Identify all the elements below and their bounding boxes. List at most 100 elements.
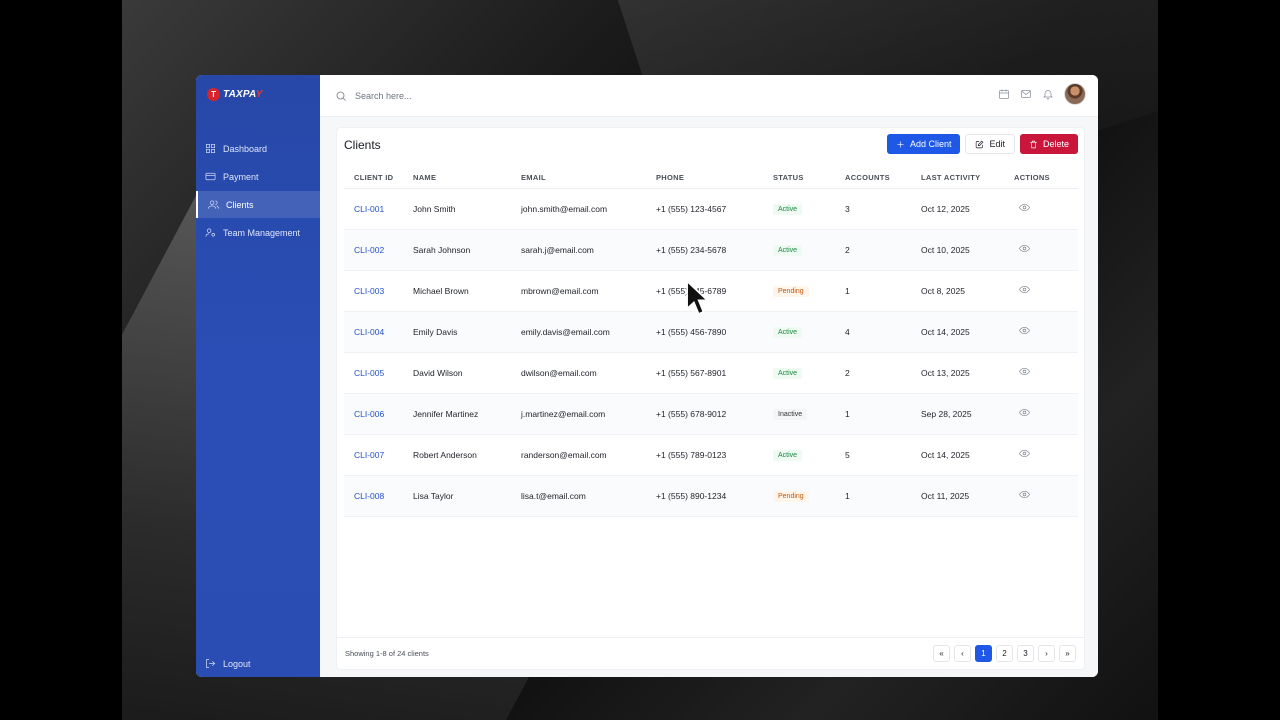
client-id-link[interactable]: CLI-003 — [344, 270, 413, 312]
client-id-link[interactable]: CLI-001 — [344, 188, 413, 230]
column-header-name[interactable]: NAME — [413, 168, 521, 189]
table-header-row: CLIENT ID NAME EMAIL PHONE STATUS ACCOUN… — [344, 168, 1078, 189]
client-phone: +1 (555) 567-8901 — [656, 352, 773, 394]
search-icon — [336, 91, 346, 101]
view-eye-icon[interactable] — [1019, 489, 1030, 500]
delete-button[interactable]: Delete — [1019, 134, 1078, 154]
view-eye-icon[interactable] — [1019, 284, 1030, 295]
client-id-link[interactable]: CLI-007 — [344, 434, 413, 476]
accounts-count: 3 — [845, 188, 921, 230]
client-email: dwilson@email.com — [521, 352, 656, 394]
client-phone: +1 (555) 123-4567 — [656, 188, 773, 230]
view-eye-icon[interactable] — [1019, 407, 1030, 418]
last-activity: Oct 10, 2025 — [921, 229, 1014, 271]
logout-label: Logout — [223, 658, 251, 669]
status-cell: Active — [773, 352, 845, 394]
accounts-count: 2 — [845, 229, 921, 271]
column-header-accounts[interactable]: ACCOUNTS — [845, 168, 921, 189]
view-eye-icon[interactable] — [1019, 325, 1030, 336]
mail-icon[interactable] — [1020, 88, 1032, 100]
view-eye-icon[interactable] — [1019, 202, 1030, 213]
sidebar-item-label: Clients — [226, 199, 254, 210]
client-name: Robert Anderson — [413, 434, 521, 476]
page-2-button[interactable]: 2 — [996, 645, 1013, 662]
sidebar: T TAXPAY Dashboard Payment Clients Team … — [196, 75, 320, 677]
edit-label: Edit — [989, 139, 1005, 149]
client-id-link[interactable]: CLI-002 — [344, 229, 413, 271]
client-id-link[interactable]: CLI-005 — [344, 352, 413, 394]
sidebar-item-clients[interactable]: Clients — [196, 191, 320, 218]
sidebar-item-dashboard[interactable]: Dashboard — [196, 135, 320, 162]
client-email: lisa.t@email.com — [521, 475, 656, 517]
first-page-button[interactable]: « — [933, 645, 950, 662]
calendar-icon[interactable] — [998, 88, 1010, 100]
pagination: « ‹ 1 2 3 › » — [933, 645, 1076, 662]
actions-cell — [1014, 229, 1078, 271]
status-badge: Active — [773, 449, 803, 461]
avatar[interactable] — [1064, 83, 1086, 105]
last-activity: Oct 11, 2025 — [921, 475, 1014, 517]
view-eye-icon[interactable] — [1019, 448, 1030, 459]
page-1-button[interactable]: 1 — [975, 645, 992, 662]
bell-icon[interactable] — [1042, 88, 1054, 100]
client-id-link[interactable]: CLI-008 — [344, 475, 413, 517]
table-row[interactable]: CLI-005 David Wilson dwilson@email.com +1 (… — [344, 352, 1078, 394]
sidebar-item-label: Payment — [223, 171, 259, 182]
add-client-button[interactable]: Add Client — [886, 134, 961, 154]
status-cell: Pending — [773, 475, 845, 517]
accounts-count: 1 — [845, 393, 921, 435]
brand-logo[interactable]: T TAXPAY — [207, 88, 263, 101]
column-header-status[interactable]: STATUS — [773, 168, 845, 189]
accounts-count: 4 — [845, 311, 921, 353]
grid-icon — [206, 144, 215, 153]
client-name: Lisa Taylor — [413, 475, 521, 517]
column-header-email[interactable]: EMAIL — [521, 168, 656, 189]
actions-cell — [1014, 352, 1078, 394]
last-activity: Oct 12, 2025 — [921, 188, 1014, 230]
status-cell: Active — [773, 434, 845, 476]
edit-button[interactable]: Edit — [965, 134, 1015, 154]
client-id-link[interactable]: CLI-004 — [344, 311, 413, 353]
table-row[interactable]: CLI-007 Robert Anderson randerson@email.co… — [344, 434, 1078, 476]
accounts-count: 1 — [845, 270, 921, 312]
last-page-button[interactable]: » — [1059, 645, 1076, 662]
table-row[interactable]: CLI-006 Jennifer Martinez j.martinez@email… — [344, 393, 1078, 435]
column-header-last-activity[interactable]: LAST ACTIVITY — [921, 168, 1014, 189]
brand-name: TAXPAY — [223, 89, 263, 100]
prev-page-button[interactable]: ‹ — [954, 645, 971, 662]
last-activity: Oct 14, 2025 — [921, 434, 1014, 476]
trash-icon — [1030, 140, 1037, 148]
app-window: T TAXPAY Dashboard Payment Clients Team … — [196, 75, 1098, 677]
next-page-button[interactable]: › — [1038, 645, 1055, 662]
search-input[interactable] — [355, 90, 655, 101]
brand-mark-icon: T — [207, 88, 220, 101]
accounts-count: 2 — [845, 352, 921, 394]
client-name: David Wilson — [413, 352, 521, 394]
client-id-link[interactable]: CLI-006 — [344, 393, 413, 435]
card-icon — [205, 172, 216, 181]
page-3-button[interactable]: 3 — [1017, 645, 1034, 662]
column-header-phone[interactable]: PHONE — [656, 168, 773, 189]
table-row[interactable]: CLI-002 Sarah Johnson sarah.j@email.com +1 … — [344, 229, 1078, 271]
edit-icon — [976, 140, 984, 148]
logout-icon — [206, 659, 216, 668]
delete-label: Delete — [1042, 139, 1069, 149]
table-row[interactable]: CLI-001 John Smith john.smith@email.com +1 … — [344, 188, 1078, 230]
column-header-client-id[interactable]: CLIENT ID — [344, 168, 413, 189]
client-phone: +1 (555) 345-6789 — [656, 270, 773, 312]
user-cog-icon — [205, 228, 215, 237]
status-badge: Inactive — [773, 408, 808, 420]
client-email: j.martinez@email.com — [521, 393, 656, 435]
client-email: randerson@email.com — [521, 434, 656, 476]
mouse-cursor-icon — [686, 280, 710, 316]
top-bar — [320, 75, 1098, 117]
client-name: Emily Davis — [413, 311, 521, 353]
table-footer: Showing 1-8 of 24 clients « ‹ 1 2 3 › » — [337, 637, 1084, 669]
logout-button[interactable]: Logout — [205, 658, 251, 669]
sidebar-item-payment[interactable]: Payment — [196, 163, 320, 190]
sidebar-item-team-management[interactable]: Team Management — [196, 219, 320, 246]
table-row[interactable]: CLI-008 Lisa Taylor lisa.t@email.com +1 (55… — [344, 475, 1078, 517]
view-eye-icon[interactable] — [1019, 243, 1030, 254]
status-badge: Active — [773, 244, 803, 256]
view-eye-icon[interactable] — [1019, 366, 1030, 377]
